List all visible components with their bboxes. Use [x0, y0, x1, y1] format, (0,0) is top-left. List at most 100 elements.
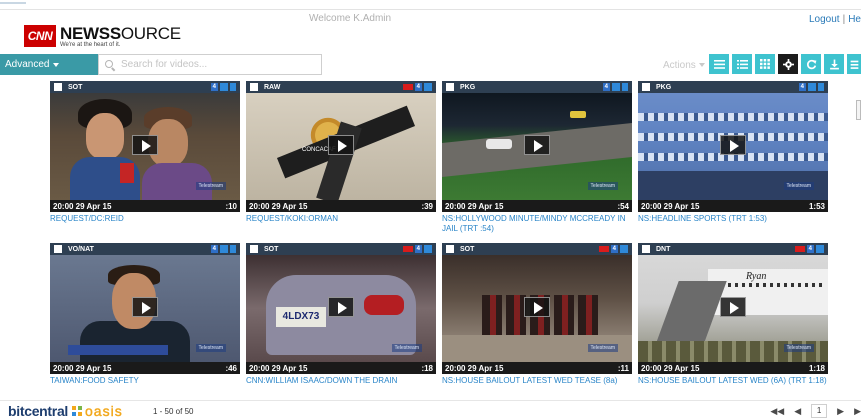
video-card[interactable]: PKG 4 Telestream 20:00 29 Apr 15 :54 NS:…	[442, 81, 632, 234]
watermark: Telestream	[783, 344, 814, 352]
video-title-link[interactable]: NS:HEADLINE SPORTS (TRT 1:53)	[638, 214, 828, 224]
play-icon[interactable]	[720, 134, 746, 155]
toolbar: Advanced Actions	[0, 52, 861, 76]
video-thumbnail[interactable]: Telestream	[442, 255, 632, 362]
video-thumbnail[interactable]: Telestream	[50, 93, 240, 200]
video-title-link[interactable]: NS:HOLLYWOOD MINUTE/MINDY MCCREADY IN JA…	[442, 214, 632, 234]
video-title-link[interactable]: CNN:WILLIAM ISAAC/DOWN THE DRAIN	[246, 376, 436, 386]
select-checkbox[interactable]	[446, 245, 454, 253]
video-thumbnail[interactable]: Telestream	[638, 93, 828, 200]
video-title-link[interactable]: REQUEST/DC:REID	[50, 214, 240, 224]
card-header: PKG 4	[638, 81, 828, 93]
video-card[interactable]: SOT 4 Telestream 20:00 29 Apr 15 :11 NS:…	[442, 243, 632, 386]
video-card[interactable]: RAW 4 CONCACAF 20:00 29 Apr 15 :39 REQUE…	[246, 81, 436, 224]
logo-wordmark: NEWSSOURCE	[60, 25, 181, 42]
app-header: CNN NEWSSOURCE We're at the heart of it.…	[0, 10, 861, 52]
card-info-bar: 20:00 29 Apr 15 1:18	[638, 362, 828, 374]
help-link[interactable]: He	[848, 14, 861, 25]
grid-view-button[interactable]	[755, 54, 775, 74]
video-thumbnail[interactable]: CONCACAF	[246, 93, 436, 200]
video-thumbnail[interactable]: Telestream	[442, 93, 632, 200]
video-thumbnail[interactable]: 4LDX73 Telestream	[246, 255, 436, 362]
video-thumbnail[interactable]: Ryan Telestream	[638, 255, 828, 362]
grid-view-icon	[760, 59, 770, 69]
select-checkbox[interactable]	[642, 245, 650, 253]
duration: :54	[617, 201, 629, 211]
document-icon	[230, 245, 236, 253]
play-icon[interactable]	[132, 296, 158, 317]
logo-text: NEWSSOURCE We're at the heart of it.	[60, 25, 181, 48]
actions-dropdown[interactable]: Actions	[663, 60, 705, 71]
card-tag: SOT	[68, 83, 83, 91]
vertical-scrollbar[interactable]	[856, 100, 861, 120]
video-card[interactable]: SOT 4 Telestream 20:00 29 Apr 15 :10 REQ…	[50, 81, 240, 224]
timestamp: 20:00 29 Apr 15	[641, 363, 700, 373]
brand-bitcentral: bitcentral	[8, 403, 69, 419]
prev-page-icon[interactable]: ◀	[794, 406, 801, 417]
next-page-icon[interactable]: ▶	[837, 406, 844, 417]
video-title-link[interactable]: REQUEST/KOKI:ORMAN	[246, 214, 436, 224]
settings-button[interactable]	[778, 54, 798, 74]
select-checkbox[interactable]	[642, 83, 650, 91]
refresh-icon	[806, 59, 816, 69]
list-view-button[interactable]	[709, 54, 729, 74]
logo-bold: NEWS	[60, 24, 110, 43]
video-title-link[interactable]: TAIWAN:FOOD SAFETY	[50, 376, 240, 386]
video-card[interactable]: VO/NAT 4 Telestream 20:00 29 Apr 15 :46 …	[50, 243, 240, 386]
more-options-button[interactable]	[847, 54, 861, 74]
duration: :11	[617, 363, 629, 373]
video-title-link[interactable]: NS:HOUSE BAILOUT LATEST WED TEASE (8a)	[442, 376, 632, 386]
gear-icon	[782, 58, 794, 70]
document-icon	[622, 83, 628, 91]
video-thumbnail[interactable]: Telestream	[50, 255, 240, 362]
last-page-icon[interactable]: ▶	[854, 406, 861, 417]
play-icon[interactable]	[328, 296, 354, 317]
play-icon[interactable]	[524, 296, 550, 317]
first-page-icon[interactable]: ◀◀	[770, 406, 784, 417]
video-card[interactable]: SOT 4 4LDX73 Telestream 20:00 29 Apr 15 …	[246, 243, 436, 386]
watermark: Telestream	[391, 344, 422, 352]
actions-label: Actions	[663, 60, 696, 71]
select-checkbox[interactable]	[250, 83, 258, 91]
card-header: SOT 4	[246, 243, 436, 255]
select-checkbox[interactable]	[446, 83, 454, 91]
cnn-newsource-logo[interactable]: CNN NEWSSOURCE We're at the heart of it.	[24, 25, 181, 48]
timestamp: 20:00 29 Apr 15	[249, 201, 308, 211]
card-tag: PKG	[656, 83, 672, 91]
card-header: PKG 4	[442, 81, 632, 93]
select-checkbox[interactable]	[54, 83, 62, 91]
search-box[interactable]	[98, 54, 322, 75]
search-input[interactable]	[121, 59, 311, 70]
logout-link[interactable]: Logout	[809, 14, 840, 25]
brand-dots-icon	[72, 406, 83, 416]
top-strip	[0, 0, 861, 10]
duration: :46	[225, 363, 237, 373]
top-strip-accent	[0, 2, 26, 4]
list-view-icon	[713, 59, 725, 69]
refresh-button[interactable]	[801, 54, 821, 74]
video-card[interactable]: PKG 4 Telestream 20:00 29 Apr 15 1:53 NS…	[638, 81, 828, 224]
download-button[interactable]	[824, 54, 844, 74]
logo-tagline: We're at the heart of it.	[60, 42, 121, 48]
welcome-text: Welcome K.Admin	[309, 13, 392, 24]
select-checkbox[interactable]	[250, 245, 258, 253]
detail-list-view-button[interactable]	[732, 54, 752, 74]
caret-down-icon	[53, 62, 60, 67]
current-page[interactable]: 1	[811, 404, 828, 418]
document-icon	[230, 83, 236, 91]
card-info-bar: 20:00 29 Apr 15 :11	[442, 362, 632, 374]
play-icon[interactable]	[720, 296, 746, 317]
folder-icon	[612, 83, 620, 91]
watermark: Telestream	[195, 182, 226, 190]
cnn-logo-box: CNN	[24, 25, 56, 47]
video-title-link[interactable]: NS:HOUSE BAILOUT LATEST WED (6A) (TRT 1:…	[638, 376, 828, 386]
card-tag: SOT	[264, 245, 279, 253]
advanced-dropdown[interactable]: Advanced	[0, 54, 98, 75]
card-info-bar: 20:00 29 Apr 15 :39	[246, 200, 436, 212]
play-icon[interactable]	[524, 134, 550, 155]
watermark: Telestream	[587, 182, 618, 190]
play-icon[interactable]	[328, 134, 354, 155]
select-checkbox[interactable]	[54, 245, 62, 253]
play-icon[interactable]	[132, 134, 158, 155]
video-card[interactable]: DNT 4 Ryan Telestream 20:00 29 Apr 15 1:…	[638, 243, 828, 386]
